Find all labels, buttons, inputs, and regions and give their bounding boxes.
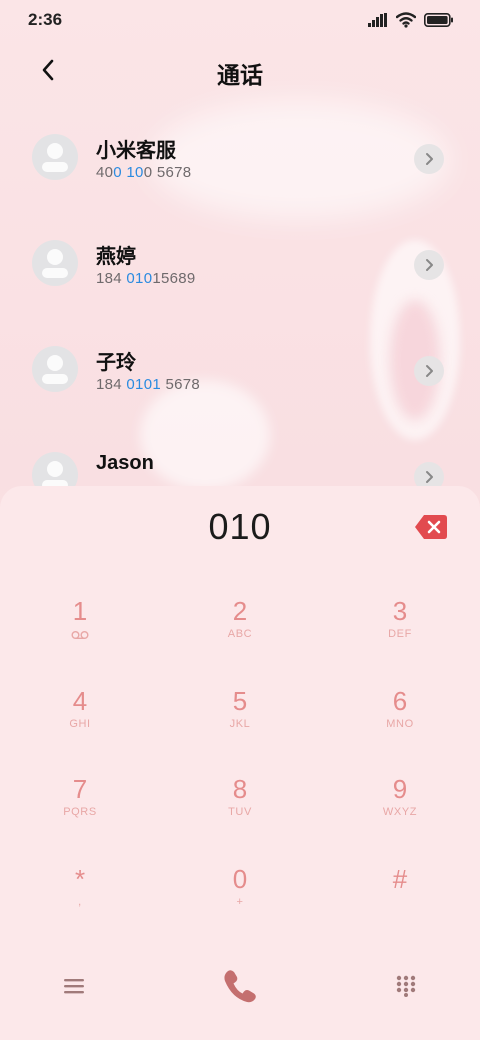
avatar <box>32 240 78 286</box>
contact-row[interactable]: 燕婷 184 01015689 <box>0 210 480 316</box>
status-bar: 2:36 <box>0 0 480 42</box>
menu-icon <box>64 979 84 994</box>
contact-number: 184 0101 5678 <box>96 376 201 393</box>
contact-name: 小米客服 <box>96 140 176 162</box>
contact-number: 184 01015689 <box>96 270 196 287</box>
key-7[interactable]: 7 PQRS <box>20 774 140 850</box>
key-star[interactable]: * , <box>20 864 140 940</box>
contact-name: Jason <box>96 452 154 474</box>
chevron-right-icon <box>426 153 433 165</box>
key-digit: 0 <box>232 864 248 894</box>
key-digit: 3 <box>392 596 408 626</box>
contact-name: 子玲 <box>96 352 136 374</box>
key-digit: 6 <box>392 686 408 716</box>
signal-icon <box>368 13 387 27</box>
avatar <box>32 346 78 392</box>
chevron-right-icon <box>426 365 433 377</box>
wifi-icon <box>396 12 416 28</box>
details-button[interactable] <box>414 356 444 386</box>
key-digit: 5 <box>232 686 248 716</box>
key-letters: + <box>236 896 244 908</box>
dialer-panel: 010 1 2 ABC 3 DEF 4 GHI 5 JKL 6 MNO 7 PQ… <box>0 486 480 1040</box>
contact-number: 400 100 5678 <box>96 164 192 181</box>
key-digit: 2 <box>232 596 248 626</box>
key-2[interactable]: 2 ABC <box>180 596 300 672</box>
key-digit: * <box>74 864 86 894</box>
key-digit: 1 <box>72 596 88 626</box>
key-digit: 4 <box>72 686 88 716</box>
key-digit: 9 <box>392 774 408 804</box>
backspace-icon <box>415 515 447 539</box>
key-0[interactable]: 0 + <box>180 864 300 940</box>
key-letters: DEF <box>388 628 412 640</box>
call-button[interactable] <box>216 962 264 1010</box>
key-9[interactable]: 9 WXYZ <box>340 774 460 850</box>
key-letters: TUV <box>228 806 252 818</box>
key-3[interactable]: 3 DEF <box>340 596 460 672</box>
key-1[interactable]: 1 <box>20 596 140 672</box>
battery-icon <box>424 13 453 27</box>
key-letters: , <box>78 896 82 908</box>
chevron-right-icon <box>426 259 433 271</box>
key-hash[interactable]: # <box>340 864 460 940</box>
contact-row[interactable]: 小米客服 400 100 5678 <box>0 104 480 210</box>
contact-row[interactable]: 子玲 184 0101 5678 <box>0 316 480 422</box>
status-time: 2:36 <box>28 10 63 29</box>
avatar <box>32 134 78 180</box>
details-button[interactable] <box>414 144 444 174</box>
keypad-button[interactable] <box>384 964 428 1008</box>
key-letters: WXYZ <box>382 806 418 818</box>
key-4[interactable]: 4 GHI <box>20 686 140 762</box>
keypad-icon <box>396 975 416 997</box>
key-letters: ABC <box>227 628 253 640</box>
delete-button[interactable] <box>414 514 448 540</box>
status-icons <box>368 12 454 28</box>
dial-input[interactable]: 010 <box>0 506 480 548</box>
key-letters: PQRS <box>63 806 97 818</box>
key-digit: 7 <box>72 774 88 804</box>
key-letters: JKL <box>229 718 251 730</box>
key-6[interactable]: 6 MNO <box>340 686 460 762</box>
key-5[interactable]: 5 JKL <box>180 686 300 762</box>
page-title: 通话 <box>217 62 263 88</box>
contact-name: 燕婷 <box>96 246 136 268</box>
key-digit: 8 <box>232 774 248 804</box>
details-button[interactable] <box>414 250 444 280</box>
voicemail-icon <box>71 631 89 640</box>
phone-icon <box>224 970 256 1003</box>
header: 通话 <box>0 42 480 98</box>
key-letters: MNO <box>386 718 414 730</box>
key-digit: # <box>392 864 408 894</box>
menu-button[interactable] <box>52 964 96 1008</box>
key-letters: GHI <box>69 718 91 730</box>
key-8[interactable]: 8 TUV <box>180 774 300 850</box>
chevron-right-icon <box>426 471 433 483</box>
